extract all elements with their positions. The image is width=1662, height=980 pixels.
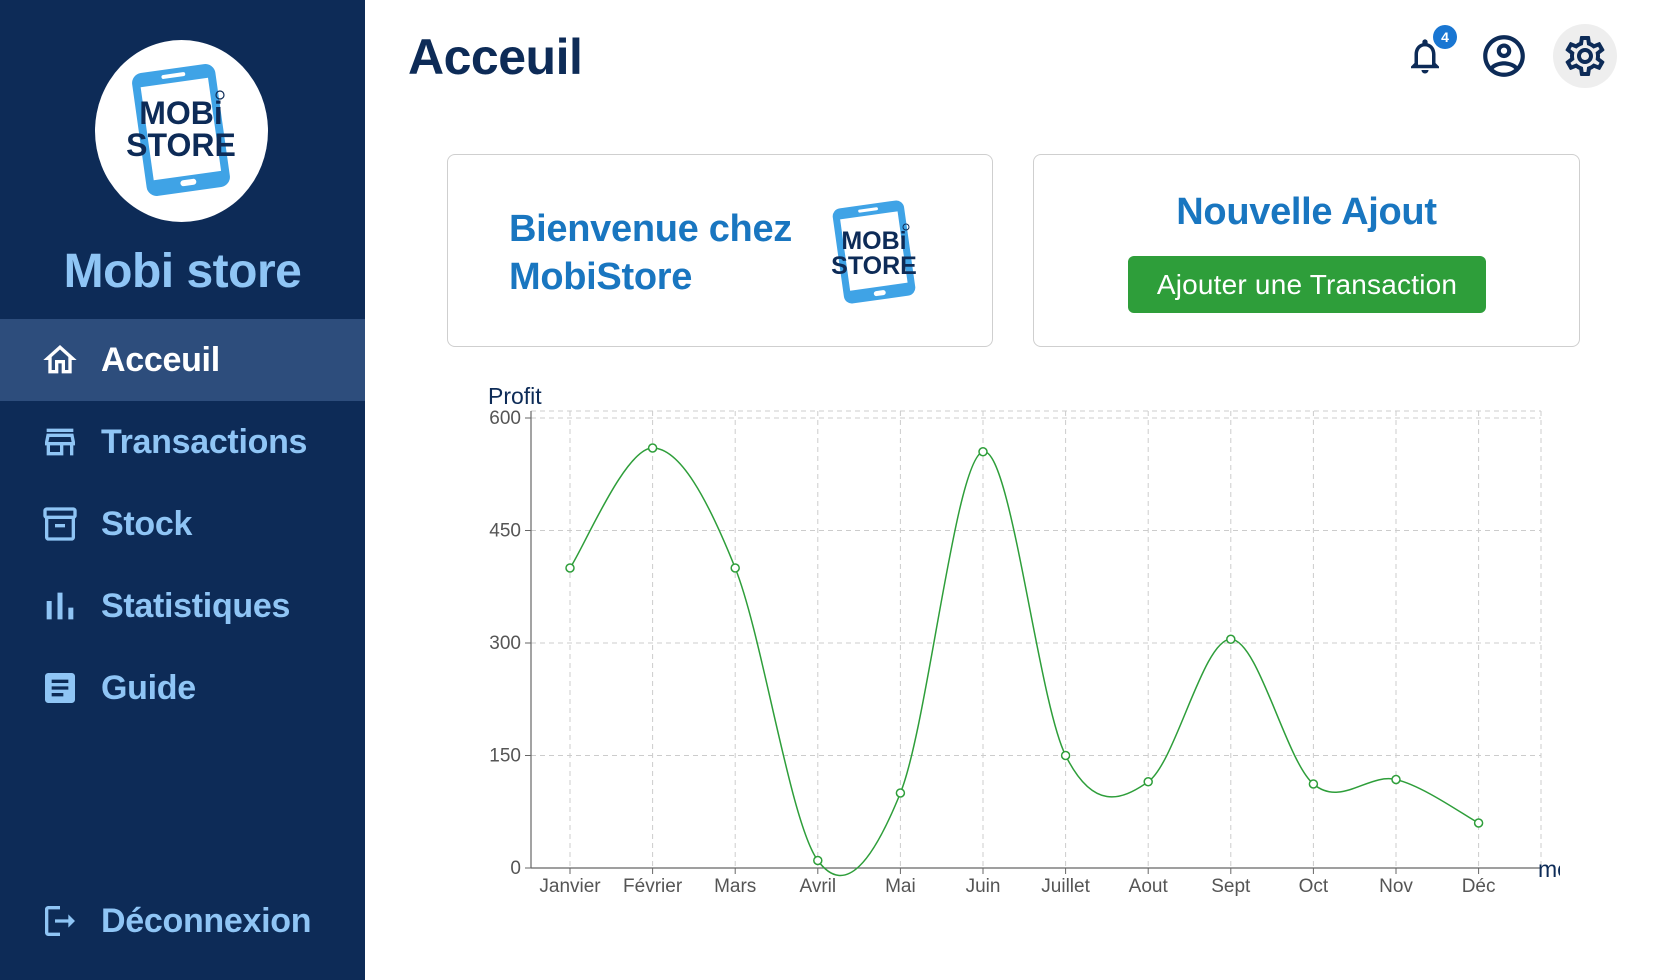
welcome-text: Bienvenue chez MobiStore: [509, 208, 793, 298]
settings-button[interactable]: [1553, 24, 1617, 88]
sidebar-item-label: Stock: [101, 504, 193, 543]
y-tick-label: 150: [489, 746, 521, 767]
y-tick-label: 300: [489, 633, 521, 654]
data-point: [1473, 818, 1484, 828]
data-point: [730, 563, 740, 573]
sidebar-nav: Acceuil Transactions Stock Statistiques: [0, 319, 365, 729]
x-tick-label: Avril: [799, 876, 836, 897]
logout-button[interactable]: Déconnexion: [0, 880, 365, 962]
y-axis-label: Profit: [488, 383, 542, 409]
x-tick-label: Juin: [966, 876, 1001, 897]
sidebar-item-label: Transactions: [101, 422, 308, 461]
data-point: [1308, 779, 1319, 789]
svg-text:STORE: STORE: [126, 127, 236, 163]
app-window: MOBi STORE Mobi store Acceuil Transactio…: [0, 0, 1662, 980]
sidebar-item-label: Statistiques: [101, 586, 291, 625]
x-tick-label: Février: [623, 876, 683, 897]
data-point: [813, 855, 823, 866]
home-icon: [43, 345, 77, 374]
sidebar-item-label: Acceuil: [101, 340, 220, 379]
x-tick-label: Sept: [1211, 876, 1251, 897]
x-axis-label: mois: [1538, 856, 1560, 882]
notification-badge: 4: [1433, 25, 1457, 49]
x-tick-label: Oct: [1299, 876, 1329, 897]
data-point: [1226, 634, 1236, 644]
x-tick-label: Aout: [1129, 876, 1169, 897]
svg-text:MOBi: MOBi: [841, 227, 906, 255]
data-point: [1060, 750, 1071, 761]
svg-text:STORE: STORE: [831, 252, 917, 280]
logout-icon: [45, 906, 75, 936]
sidebar: MOBi STORE Mobi store Acceuil Transactio…: [0, 0, 365, 980]
x-tick-label: Janvier: [539, 876, 601, 897]
data-point: [978, 447, 988, 457]
new-add-title: Nouvelle Ajout: [1176, 191, 1437, 233]
sidebar-item-acceuil[interactable]: Acceuil: [0, 319, 365, 401]
x-tick-label: Nov: [1379, 876, 1413, 897]
sidebar-item-guide[interactable]: Guide: [0, 647, 365, 729]
account-button[interactable]: [1472, 24, 1536, 88]
store-icon: [45, 428, 75, 456]
data-point: [895, 788, 906, 798]
sidebar-item-label: Guide: [101, 668, 196, 707]
data-point: [1143, 777, 1153, 787]
add-transaction-button[interactable]: Ajouter une Transaction: [1128, 256, 1486, 313]
y-tick-label: 600: [489, 408, 521, 429]
logo: MOBi STORE: [95, 40, 268, 222]
new-add-card: Nouvelle Ajout Ajouter une Transaction: [1033, 154, 1580, 347]
data-point: [647, 443, 658, 453]
sidebar-item-transactions[interactable]: Transactions: [0, 401, 365, 483]
page-title: Acceuil: [408, 29, 583, 85]
data-point: [565, 563, 575, 573]
brand-name: Mobi store: [63, 245, 302, 298]
sidebar-item-statistiques[interactable]: Statistiques: [0, 565, 365, 647]
bar-chart-icon: [46, 592, 74, 620]
sidebar-item-stock[interactable]: Stock: [0, 483, 365, 565]
data-point: [1391, 774, 1401, 785]
welcome-card: Bienvenue chez MobiStore MOBi STORE: [447, 154, 993, 347]
series-line: [569, 447, 1479, 876]
account-circle-icon: [1483, 35, 1525, 77]
mobistore-logo-icon: MOBi STORE: [831, 200, 917, 304]
y-tick-label: 0: [510, 858, 521, 879]
svg-text:MOBi: MOBi: [139, 95, 223, 131]
gear-icon: [1565, 36, 1605, 76]
y-tick-label: 450: [489, 521, 521, 542]
mobistore-logo-icon: MOBi STORE: [126, 64, 236, 196]
x-tick-label: Mars: [714, 876, 756, 897]
logout-label: Déconnexion: [101, 901, 312, 940]
x-tick-label: Juillet: [1041, 876, 1090, 897]
x-tick-label: Mai: [885, 876, 916, 897]
profit-chart: 0 150 300 450 600 Janvier Février Mars Avril Mai J…: [488, 383, 1560, 897]
article-icon: [45, 673, 75, 703]
archive-icon: [43, 507, 77, 541]
x-tick-label: Déc: [1462, 876, 1496, 897]
